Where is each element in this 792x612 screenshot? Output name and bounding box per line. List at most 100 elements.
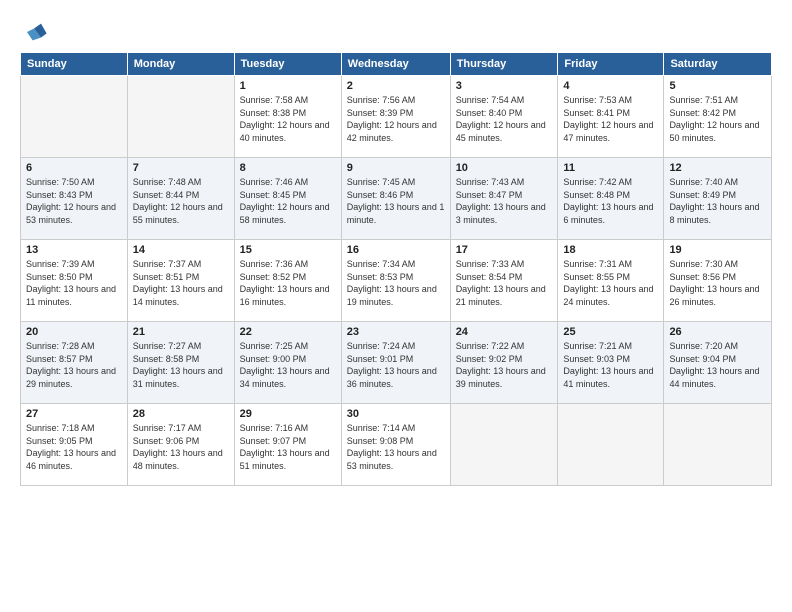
calendar-week-row: 13 Sunrise: 7:39 AM Sunset: 8:50 PM Dayli… bbox=[21, 240, 772, 322]
calendar-week-row: 6Sunrise: 7:50 AM Sunset: 8:43 PM Daylig… bbox=[21, 158, 772, 240]
day-info: Sunrise: 7:56 AM Sunset: 8:39 PM Dayligh… bbox=[347, 94, 445, 144]
calendar-cell bbox=[558, 404, 664, 486]
day-info: Sunrise: 7:21 AM Sunset: 9:03 PM Dayligh… bbox=[563, 340, 658, 390]
day-info: Sunrise: 7:42 AM Sunset: 8:48 PM Dayligh… bbox=[563, 176, 658, 226]
day-number: 2 bbox=[347, 80, 445, 92]
weekday-header-tuesday: Tuesday bbox=[234, 53, 341, 76]
day-number: 29 bbox=[240, 408, 336, 420]
calendar-cell: 15 Sunrise: 7:36 AM Sunset: 8:52 PM Dayli… bbox=[234, 240, 341, 322]
day-number: 19 bbox=[669, 244, 766, 256]
calendar-cell: 2 Sunrise: 7:56 AM Sunset: 8:39 PM Daylig… bbox=[341, 76, 450, 158]
day-info: Sunrise: 7:33 AM Sunset: 8:54 PM Dayligh… bbox=[456, 258, 553, 308]
calendar-cell: 25 Sunrise: 7:21 AM Sunset: 9:03 PM Dayli… bbox=[558, 322, 664, 404]
day-number: 23 bbox=[347, 326, 445, 338]
day-number: 9 bbox=[347, 162, 445, 174]
day-info: Sunrise: 7:22 AM Sunset: 9:02 PM Dayligh… bbox=[456, 340, 553, 390]
day-number: 15 bbox=[240, 244, 336, 256]
calendar-cell bbox=[450, 404, 558, 486]
calendar-table: SundayMondayTuesdayWednesdayThursdayFrid… bbox=[20, 52, 772, 486]
day-number: 24 bbox=[456, 326, 553, 338]
day-number: 27 bbox=[26, 408, 122, 420]
day-info: Sunrise: 7:43 AM Sunset: 8:47 PM Dayligh… bbox=[456, 176, 553, 226]
calendar-cell: 19 Sunrise: 7:30 AM Sunset: 8:56 PM Dayli… bbox=[664, 240, 772, 322]
day-info: Sunrise: 7:27 AM Sunset: 8:58 PM Dayligh… bbox=[133, 340, 229, 390]
calendar-cell: 23 Sunrise: 7:24 AM Sunset: 9:01 PM Dayli… bbox=[341, 322, 450, 404]
day-info: Sunrise: 7:36 AM Sunset: 8:52 PM Dayligh… bbox=[240, 258, 336, 308]
calendar-cell bbox=[664, 404, 772, 486]
day-number: 17 bbox=[456, 244, 553, 256]
day-number: 16 bbox=[347, 244, 445, 256]
day-info: Sunrise: 7:31 AM Sunset: 8:55 PM Dayligh… bbox=[563, 258, 658, 308]
calendar-cell: 28 Sunrise: 7:17 AM Sunset: 9:06 PM Dayli… bbox=[127, 404, 234, 486]
calendar-cell: 30 Sunrise: 7:14 AM Sunset: 9:08 PM Dayli… bbox=[341, 404, 450, 486]
calendar-cell: 11 Sunrise: 7:42 AM Sunset: 8:48 PM Dayli… bbox=[558, 158, 664, 240]
day-info: Sunrise: 7:24 AM Sunset: 9:01 PM Dayligh… bbox=[347, 340, 445, 390]
page: SundayMondayTuesdayWednesdayThursdayFrid… bbox=[0, 0, 792, 612]
generalblue-logo-icon bbox=[20, 18, 48, 46]
calendar-cell: 6Sunrise: 7:50 AM Sunset: 8:43 PM Daylig… bbox=[21, 158, 128, 240]
day-info: Sunrise: 7:30 AM Sunset: 8:56 PM Dayligh… bbox=[669, 258, 766, 308]
calendar-cell: 24 Sunrise: 7:22 AM Sunset: 9:02 PM Dayli… bbox=[450, 322, 558, 404]
calendar-cell: 20 Sunrise: 7:28 AM Sunset: 8:57 PM Dayli… bbox=[21, 322, 128, 404]
calendar-cell: 1Sunrise: 7:58 AM Sunset: 8:38 PM Daylig… bbox=[234, 76, 341, 158]
day-number: 8 bbox=[240, 162, 336, 174]
day-info: Sunrise: 7:45 AM Sunset: 8:46 PM Dayligh… bbox=[347, 176, 445, 226]
day-number: 25 bbox=[563, 326, 658, 338]
weekday-header-thursday: Thursday bbox=[450, 53, 558, 76]
day-number: 20 bbox=[26, 326, 122, 338]
logo bbox=[20, 18, 50, 46]
day-info: Sunrise: 7:37 AM Sunset: 8:51 PM Dayligh… bbox=[133, 258, 229, 308]
day-info: Sunrise: 7:40 AM Sunset: 8:49 PM Dayligh… bbox=[669, 176, 766, 226]
day-number: 18 bbox=[563, 244, 658, 256]
calendar-cell bbox=[21, 76, 128, 158]
calendar-week-row: 27Sunrise: 7:18 AM Sunset: 9:05 PM Dayli… bbox=[21, 404, 772, 486]
day-number: 6 bbox=[26, 162, 122, 174]
calendar-cell: 3Sunrise: 7:54 AM Sunset: 8:40 PM Daylig… bbox=[450, 76, 558, 158]
day-number: 28 bbox=[133, 408, 229, 420]
day-number: 21 bbox=[133, 326, 229, 338]
day-number: 10 bbox=[456, 162, 553, 174]
day-number: 14 bbox=[133, 244, 229, 256]
day-info: Sunrise: 7:17 AM Sunset: 9:06 PM Dayligh… bbox=[133, 422, 229, 472]
calendar-week-row: 1Sunrise: 7:58 AM Sunset: 8:38 PM Daylig… bbox=[21, 76, 772, 158]
weekday-header-sunday: Sunday bbox=[21, 53, 128, 76]
calendar-cell: 4 Sunrise: 7:53 AM Sunset: 8:41 PM Daylig… bbox=[558, 76, 664, 158]
calendar-week-row: 20 Sunrise: 7:28 AM Sunset: 8:57 PM Dayli… bbox=[21, 322, 772, 404]
day-info: Sunrise: 7:14 AM Sunset: 9:08 PM Dayligh… bbox=[347, 422, 445, 472]
day-info: Sunrise: 7:54 AM Sunset: 8:40 PM Dayligh… bbox=[456, 94, 553, 144]
calendar-cell: 9 Sunrise: 7:45 AM Sunset: 8:46 PM Daylig… bbox=[341, 158, 450, 240]
day-info: Sunrise: 7:48 AM Sunset: 8:44 PM Dayligh… bbox=[133, 176, 229, 226]
calendar-cell: 21 Sunrise: 7:27 AM Sunset: 8:58 PM Dayli… bbox=[127, 322, 234, 404]
day-info: Sunrise: 7:39 AM Sunset: 8:50 PM Dayligh… bbox=[26, 258, 122, 308]
day-info: Sunrise: 7:20 AM Sunset: 9:04 PM Dayligh… bbox=[669, 340, 766, 390]
calendar-cell: 7Sunrise: 7:48 AM Sunset: 8:44 PM Daylig… bbox=[127, 158, 234, 240]
calendar-cell: 29 Sunrise: 7:16 AM Sunset: 9:07 PM Dayli… bbox=[234, 404, 341, 486]
day-number: 4 bbox=[563, 80, 658, 92]
day-info: Sunrise: 7:28 AM Sunset: 8:57 PM Dayligh… bbox=[26, 340, 122, 390]
day-info: Sunrise: 7:53 AM Sunset: 8:41 PM Dayligh… bbox=[563, 94, 658, 144]
day-info: Sunrise: 7:16 AM Sunset: 9:07 PM Dayligh… bbox=[240, 422, 336, 472]
calendar-cell: 17 Sunrise: 7:33 AM Sunset: 8:54 PM Dayli… bbox=[450, 240, 558, 322]
day-number: 12 bbox=[669, 162, 766, 174]
calendar-header-row: SundayMondayTuesdayWednesdayThursdayFrid… bbox=[21, 53, 772, 76]
day-info: Sunrise: 7:46 AM Sunset: 8:45 PM Dayligh… bbox=[240, 176, 336, 226]
day-number: 22 bbox=[240, 326, 336, 338]
day-number: 13 bbox=[26, 244, 122, 256]
calendar-cell: 14 Sunrise: 7:37 AM Sunset: 8:51 PM Dayli… bbox=[127, 240, 234, 322]
calendar-cell: 26Sunrise: 7:20 AM Sunset: 9:04 PM Dayli… bbox=[664, 322, 772, 404]
calendar-cell: 22Sunrise: 7:25 AM Sunset: 9:00 PM Dayli… bbox=[234, 322, 341, 404]
day-number: 11 bbox=[563, 162, 658, 174]
calendar-cell: 18 Sunrise: 7:31 AM Sunset: 8:55 PM Dayli… bbox=[558, 240, 664, 322]
calendar-cell: 10 Sunrise: 7:43 AM Sunset: 8:47 PM Dayli… bbox=[450, 158, 558, 240]
calendar-cell: 16 Sunrise: 7:34 AM Sunset: 8:53 PM Dayli… bbox=[341, 240, 450, 322]
calendar-cell bbox=[127, 76, 234, 158]
day-info: Sunrise: 7:58 AM Sunset: 8:38 PM Dayligh… bbox=[240, 94, 336, 144]
calendar-cell: 13 Sunrise: 7:39 AM Sunset: 8:50 PM Dayli… bbox=[21, 240, 128, 322]
calendar-cell: 12 Sunrise: 7:40 AM Sunset: 8:49 PM Dayli… bbox=[664, 158, 772, 240]
day-number: 5 bbox=[669, 80, 766, 92]
calendar-cell: 8 Sunrise: 7:46 AM Sunset: 8:45 PM Daylig… bbox=[234, 158, 341, 240]
day-info: Sunrise: 7:34 AM Sunset: 8:53 PM Dayligh… bbox=[347, 258, 445, 308]
day-number: 30 bbox=[347, 408, 445, 420]
day-info: Sunrise: 7:51 AM Sunset: 8:42 PM Dayligh… bbox=[669, 94, 766, 144]
weekday-header-friday: Friday bbox=[558, 53, 664, 76]
